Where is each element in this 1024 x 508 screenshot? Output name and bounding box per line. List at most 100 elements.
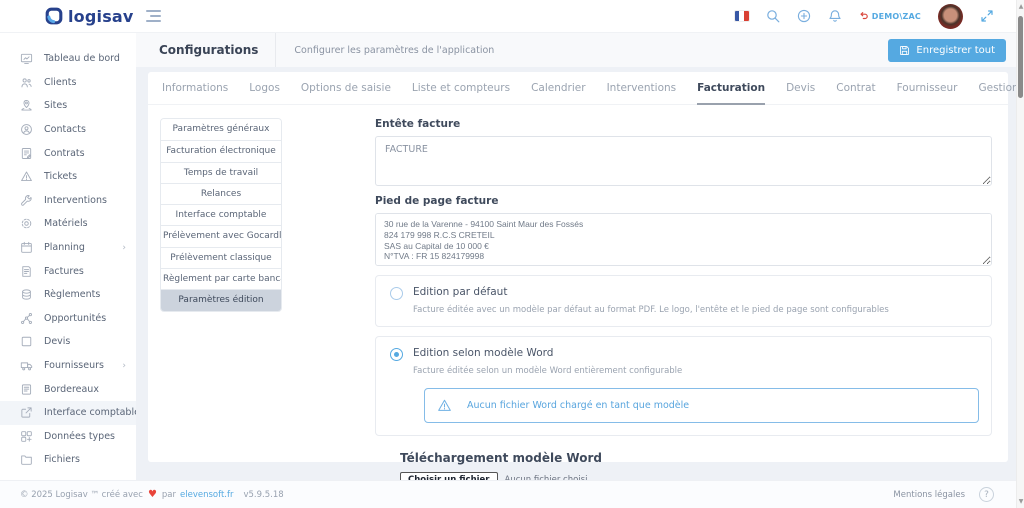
submenu-item-parametres-generaux[interactable]: Paramètres généraux	[161, 119, 281, 140]
submenu-item-interface-comptable[interactable]: Interface comptable	[161, 204, 281, 225]
help-icon[interactable]: ?	[979, 487, 994, 502]
invoice-header-textarea[interactable]: FACTURE	[375, 136, 992, 186]
sidebar-item-devis[interactable]: Devis	[0, 330, 136, 354]
tab-informations[interactable]: Informations	[162, 82, 228, 104]
contrats-icon	[20, 147, 33, 160]
tab-options-de-saisie[interactable]: Options de saisie	[301, 82, 391, 104]
submenu-item-facturation-electronique[interactable]: Facturation électronique	[161, 140, 281, 161]
sidebar-item-label: Bordereaux	[44, 384, 99, 395]
tab-calendrier[interactable]: Calendrier	[531, 82, 585, 104]
submenu-item-prelevement-avec-gocardless[interactable]: Prélèvement avec Gocardless	[161, 225, 281, 246]
sidebar-item-label: Devis	[44, 336, 70, 347]
fichiers-icon	[20, 453, 33, 466]
sidebar-item-reglements[interactable]: Règlements	[0, 283, 136, 307]
notifications-bell-icon[interactable]	[828, 9, 842, 23]
sidebar-item-materiels[interactable]: Matériels	[0, 212, 136, 236]
sidebar-item-label: Données types	[44, 431, 115, 442]
footer: © 2025 Logisav ™ créé avec ♥ par elevens…	[0, 480, 1016, 508]
tab-logos[interactable]: Logos	[249, 82, 280, 104]
page-title: Configurations	[159, 43, 258, 57]
sidebar-item-label: Règlements	[44, 289, 100, 300]
fullscreen-icon[interactable]	[980, 9, 994, 23]
donnees-icon	[20, 430, 33, 443]
avatar[interactable]	[938, 4, 963, 29]
submenu-item-relances[interactable]: Relances	[161, 183, 281, 204]
edition-settings-form: Entête facture FACTURE Pied de page fact…	[375, 118, 992, 502]
edition-default-radio[interactable]	[390, 287, 403, 300]
edition-default-option[interactable]: Edition par défaut Facture éditée avec u…	[375, 275, 992, 327]
sidebar-item-donnees-types[interactable]: Données types	[0, 425, 136, 449]
scroll-up-icon[interactable]: ▲	[1017, 3, 1024, 10]
menu-toggle-icon[interactable]	[146, 10, 161, 22]
language-flag-icon[interactable]	[735, 11, 749, 21]
upload-title: Téléchargement modèle Word	[400, 451, 992, 465]
logo-icon	[45, 7, 63, 25]
tab-fournisseur[interactable]: Fournisseur	[897, 82, 958, 104]
divider	[275, 33, 276, 67]
tab-facturation[interactable]: Facturation	[697, 82, 765, 105]
chevron-right-icon: ›	[122, 243, 126, 253]
sidebar-item-bordereaux[interactable]: Bordereaux	[0, 377, 136, 401]
switch-user-icon	[859, 11, 869, 21]
sidebar-item-contrats[interactable]: Contrats	[0, 141, 136, 165]
top-bar: logisav DEMO\ZAC	[0, 0, 1016, 33]
user-menu[interactable]: DEMO\ZAC	[859, 11, 921, 21]
invoice-footer-textarea[interactable]: 30 rue de la Varenne - 94100 Saint Maur …	[375, 213, 992, 266]
dashboard-icon	[20, 52, 33, 65]
sidebar-item-clients[interactable]: Clients	[0, 71, 136, 95]
edition-word-option[interactable]: Edition selon modèle Word Facture éditée…	[375, 336, 992, 436]
main-content: Configurations Configurer les paramètres…	[136, 33, 1016, 480]
page-scrollbar[interactable]: ▲ ▼	[1016, 0, 1024, 508]
config-tabs: Informations Logos Options de saisie Liste …	[148, 72, 1008, 105]
submenu-item-temps-de-travail[interactable]: Temps de travail	[161, 162, 281, 183]
fournisseurs-icon	[20, 359, 33, 372]
submenu-item-prelevement-classique[interactable]: Prélèvement classique	[161, 247, 281, 268]
search-icon[interactable]	[766, 9, 780, 23]
sidebar-item-factures[interactable]: Factures	[0, 259, 136, 283]
contacts-icon	[20, 123, 33, 136]
sidebar-item-sites[interactable]: Sites	[0, 94, 136, 118]
logo[interactable]: logisav	[45, 7, 134, 26]
add-icon[interactable]	[797, 9, 811, 23]
save-all-button[interactable]: Enregistrer tout	[888, 39, 1006, 62]
tab-contrat[interactable]: Contrat	[836, 82, 875, 104]
submenu-item-parametres-edition[interactable]: Paramètres édition	[161, 289, 281, 310]
sidebar-item-label: Fichiers	[44, 454, 80, 465]
reglements-icon	[20, 288, 33, 301]
edition-default-label: Edition par défaut	[413, 286, 979, 298]
legal-notice-link[interactable]: Mentions légales	[893, 490, 965, 500]
sidebar-item-fournisseurs[interactable]: Fournisseurs›	[0, 354, 136, 378]
sidebar-item-interventions[interactable]: Interventions	[0, 189, 136, 213]
edition-word-label: Edition selon modèle Word	[413, 347, 979, 359]
invoice-header-label: Entête facture	[375, 118, 992, 130]
tab-devis[interactable]: Devis	[786, 82, 815, 104]
sidebar-item-tableau-de-bord[interactable]: Tableau de bord	[0, 47, 136, 71]
interventions-icon	[20, 194, 33, 207]
edition-word-description: Facture éditée selon un modèle Word enti…	[413, 366, 979, 376]
materiels-icon	[20, 217, 33, 230]
sidebar-item-fichiers[interactable]: Fichiers	[0, 448, 136, 472]
sidebar-item-interface-comptable[interactable]: Interface comptable	[0, 401, 136, 425]
version-text: v5.9.5.18	[243, 490, 283, 500]
interface-icon	[20, 406, 33, 419]
sidebar-item-label: Sites	[44, 100, 67, 111]
sidebar-item-contacts[interactable]: Contacts	[0, 118, 136, 142]
edition-default-description: Facture éditée avec un modèle par défaut…	[413, 305, 979, 315]
edition-word-radio[interactable]	[390, 348, 403, 361]
sidebar-item-label: Opportunités	[44, 313, 106, 324]
submenu-item-reglement-par-carte-bancaire[interactable]: Règlement par carte bancaire	[161, 268, 281, 289]
elevensoft-link[interactable]: elevensoft.fr	[180, 490, 233, 500]
factures-icon	[20, 265, 33, 278]
sidebar-item-tickets[interactable]: Tickets	[0, 165, 136, 189]
no-template-alert: Aucun fichier Word chargé en tant que mo…	[424, 388, 979, 423]
save-all-label: Enregistrer tout	[916, 45, 995, 56]
tab-liste-et-compteurs[interactable]: Liste et compteurs	[412, 82, 510, 104]
scroll-down-icon[interactable]: ▼	[1017, 498, 1024, 505]
page-subtitle: Configurer les paramètres de l'applicati…	[294, 45, 494, 56]
copyright-text: © 2025 Logisav ™ créé avec	[20, 490, 143, 500]
sidebar-item-planning[interactable]: Planning›	[0, 236, 136, 260]
sidebar-item-opportunites[interactable]: Opportunités	[0, 307, 136, 331]
sidebar-item-label: Tableau de bord	[44, 53, 120, 64]
scrollbar-thumb[interactable]	[1018, 16, 1023, 98]
tab-interventions[interactable]: Interventions	[607, 82, 677, 104]
